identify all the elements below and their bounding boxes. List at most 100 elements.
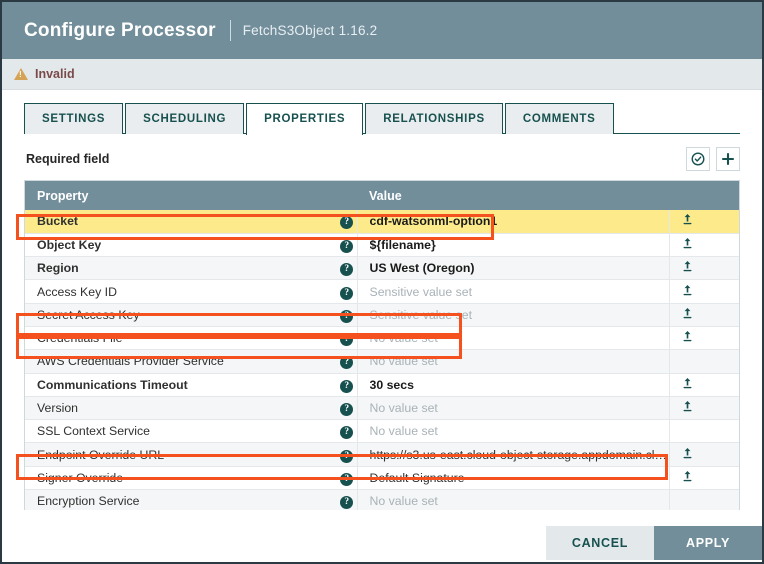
property-name-cell: Version — [25, 396, 325, 421]
property-value-cell[interactable]: No value set — [357, 349, 669, 374]
property-value-cell[interactable]: No value set — [357, 326, 669, 351]
convert-to-parameter-icon[interactable] — [682, 284, 693, 300]
tab-comments[interactable]: COMMENTS — [504, 103, 614, 134]
help-icon[interactable]: ? — [340, 216, 354, 230]
property-value-cell[interactable]: No value set — [357, 396, 669, 421]
property-value-text: No value set — [369, 331, 438, 346]
property-name-cell: Secret Access Key — [25, 303, 325, 327]
table-row[interactable]: Endpoint Override URL? https://s3.us-east… — [25, 442, 739, 467]
convert-to-parameter-icon[interactable] — [682, 330, 693, 346]
property-value-cell[interactable]: cdf-watsonml-option1 — [357, 210, 669, 234]
property-value-text: ${filename} — [369, 237, 436, 252]
convert-to-parameter-icon[interactable] — [682, 447, 693, 463]
column-header-actions — [669, 181, 739, 210]
property-help-cell: ? — [325, 466, 358, 491]
property-action-cell — [668, 279, 739, 304]
table-row[interactable]: Signer Override? Default Signature — [25, 466, 739, 491]
help-icon[interactable]: ? — [340, 472, 354, 486]
help-icon[interactable]: ? — [340, 449, 354, 463]
property-name-cell: Access Key ID — [25, 279, 325, 304]
help-icon[interactable]: ? — [340, 239, 354, 253]
property-action-cell — [668, 373, 739, 397]
property-value-cell[interactable]: No value set — [357, 419, 669, 444]
table-row[interactable]: SSL Context Service? No value set — [25, 419, 739, 444]
property-value-cell[interactable]: Sensitive value set — [357, 279, 669, 304]
help-icon[interactable]: ? — [340, 496, 354, 510]
help-icon[interactable]: ? — [340, 426, 354, 440]
column-header-help-spacer — [325, 181, 357, 210]
table-row[interactable]: Access Key ID? Sensitive value set — [25, 279, 739, 304]
help-icon[interactable]: ? — [340, 309, 354, 323]
property-action-cell — [668, 233, 739, 258]
property-action-cell — [668, 442, 739, 467]
check-circle-icon — [691, 152, 705, 166]
property-value-cell[interactable]: US West (Oregon) — [357, 256, 669, 281]
apply-button[interactable]: APPLY — [654, 526, 762, 560]
property-value-cell[interactable]: No value set — [357, 489, 669, 510]
property-action-cell — [668, 256, 739, 281]
table-row[interactable]: Version? No value set — [25, 396, 739, 421]
add-property-button[interactable] — [716, 147, 740, 171]
properties-table-container[interactable]: Property Value Bucket? cdf-watsonml-optio… — [24, 180, 740, 510]
convert-to-parameter-icon[interactable] — [682, 213, 693, 229]
property-help-cell: ? — [325, 373, 358, 397]
property-help-cell: ? — [325, 303, 358, 327]
property-action-cell — [668, 303, 739, 327]
property-name-cell: SSL Context Service — [25, 419, 325, 444]
cancel-button[interactable]: CANCEL — [546, 526, 654, 560]
required-field-label: Required field — [26, 152, 110, 166]
property-name-cell: Credentials File — [25, 326, 325, 351]
table-row[interactable]: Object Key? ${filename} — [25, 233, 739, 258]
property-help-cell: ? — [325, 279, 358, 304]
tab-properties[interactable]: PROPERTIES — [246, 103, 364, 135]
property-action-cell — [668, 396, 739, 421]
table-header: Property Value — [25, 181, 739, 210]
table-row[interactable]: Encryption Service? No value set — [25, 489, 739, 510]
help-icon[interactable]: ? — [340, 286, 354, 300]
convert-to-parameter-icon[interactable] — [682, 307, 693, 323]
help-icon[interactable]: ? — [340, 333, 354, 347]
property-value-cell[interactable]: ${filename} — [357, 233, 669, 258]
property-value-cell[interactable]: 30 secs — [357, 373, 669, 397]
property-name-cell: Object Key — [25, 233, 325, 258]
configure-processor-dialog: Configure Processor FetchS3Object 1.16.2… — [0, 0, 764, 564]
table-row[interactable]: Communications Timeout? 30 secs — [25, 373, 739, 397]
property-help-cell: ? — [325, 233, 358, 258]
property-name-cell: AWS Credentials Provider Service — [25, 349, 325, 374]
tab-settings[interactable]: SETTINGS — [24, 103, 124, 134]
property-value-text: Sensitive value set — [369, 307, 473, 322]
table-row[interactable]: AWS Credentials Provider Service? No valu… — [25, 349, 739, 374]
help-icon[interactable]: ? — [340, 403, 354, 417]
properties-table: Property Value Bucket? cdf-watsonml-optio… — [25, 181, 739, 510]
convert-to-parameter-icon[interactable] — [682, 377, 693, 393]
table-row[interactable]: Credentials File? No value set — [25, 326, 739, 351]
tab-scheduling[interactable]: SCHEDULING — [125, 103, 245, 134]
verify-properties-button[interactable] — [686, 147, 710, 171]
processor-type-version: FetchS3Object 1.16.2 — [242, 23, 378, 38]
convert-to-parameter-icon[interactable] — [682, 237, 693, 253]
help-icon[interactable]: ? — [340, 379, 354, 393]
property-help-cell: ? — [325, 442, 358, 467]
column-header-property: Property — [25, 181, 325, 210]
property-value-text: No value set — [369, 401, 438, 416]
tab-relationships[interactable]: RELATIONSHIPS — [365, 103, 503, 134]
property-value-cell[interactable]: https://s3.us-east.cloud-object-storage.… — [357, 442, 669, 467]
help-icon[interactable]: ? — [340, 263, 354, 277]
property-value-cell[interactable]: Default Signature — [357, 466, 669, 491]
help-icon[interactable]: ? — [340, 356, 354, 370]
convert-to-parameter-icon[interactable] — [682, 470, 693, 486]
property-value-text: Default Signature — [369, 470, 465, 485]
title-divider — [229, 20, 231, 41]
property-help-cell: ? — [325, 256, 358, 281]
property-value-text: Sensitive value set — [369, 284, 473, 299]
tab-bar: SETTINGS SCHEDULING PROPERTIES RELATIONS… — [2, 90, 762, 135]
convert-to-parameter-icon[interactable] — [682, 260, 693, 276]
property-value-cell[interactable]: Sensitive value set — [357, 303, 669, 327]
table-row[interactable]: Secret Access Key? Sensitive value set — [25, 303, 739, 327]
validation-status-bar: Invalid — [2, 59, 762, 90]
table-row[interactable]: Region? US West (Oregon) — [25, 256, 739, 281]
property-help-cell: ? — [325, 210, 358, 234]
table-row[interactable]: Bucket? cdf-watsonml-option1 — [25, 210, 739, 234]
property-action-cell — [668, 419, 739, 444]
convert-to-parameter-icon[interactable] — [682, 400, 693, 416]
